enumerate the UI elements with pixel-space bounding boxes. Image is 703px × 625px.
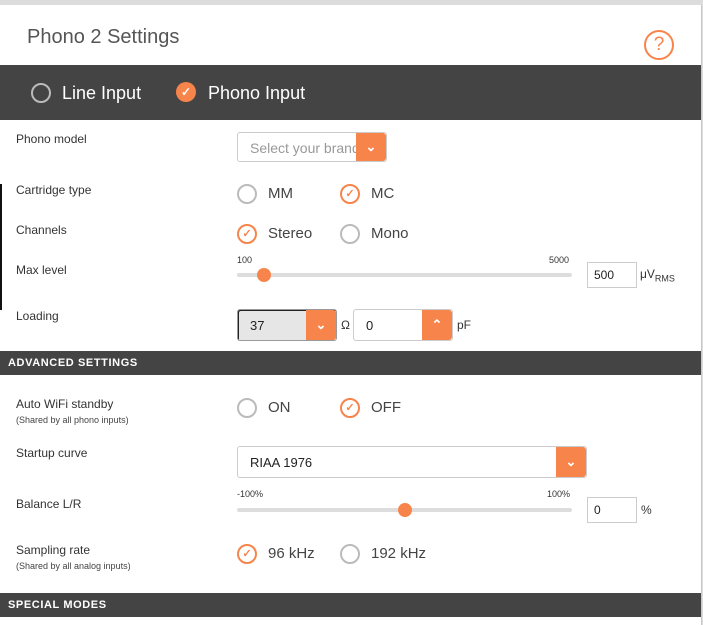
balance-max: 100% xyxy=(547,489,571,499)
rate-96-label[interactable]: 96 kHz xyxy=(268,545,315,562)
line-input-label[interactable]: Line Input xyxy=(62,83,141,104)
mono-radio-icon[interactable] xyxy=(340,224,360,244)
chevron-down-icon[interactable]: ⌄ xyxy=(556,447,586,477)
wifi-on-radio-icon[interactable] xyxy=(237,398,257,418)
rate-192-radio-icon[interactable] xyxy=(340,544,360,564)
balance-label: Balance L/R xyxy=(16,497,82,511)
startup-curve-select[interactable]: RIAA 1976 ⌄ xyxy=(237,446,587,478)
page-title: Phono 2 Settings xyxy=(27,26,180,48)
auto-wifi-label: Auto WiFi standby xyxy=(16,397,114,411)
stereo-label[interactable]: Stereo xyxy=(268,225,312,242)
max-level-value: 500 xyxy=(594,268,615,282)
help-icon[interactable]: ? xyxy=(644,30,674,60)
rate-96-check-icon[interactable]: ✓ xyxy=(237,544,257,564)
mm-radio-icon[interactable] xyxy=(237,184,257,204)
max-level-slider-thumb[interactable] xyxy=(257,268,272,282)
cartridge-type-label: Cartridge type xyxy=(16,183,92,197)
chevron-up-icon[interactable]: ⌃ xyxy=(422,310,452,340)
mm-label[interactable]: MM xyxy=(268,185,293,202)
chevron-down-icon[interactable]: ⌄ xyxy=(306,310,336,340)
line-input-radio-icon[interactable] xyxy=(31,83,51,103)
max-level-max: 5000 xyxy=(549,255,570,265)
rate-192-label[interactable]: 192 kHz xyxy=(371,545,426,562)
auto-wifi-note: (Shared by all phono inputs) xyxy=(16,415,129,425)
unit-main: μV xyxy=(640,267,655,281)
max-level-min: 100 xyxy=(237,255,253,265)
chevron-down-icon[interactable]: ⌄ xyxy=(356,133,386,161)
capacitance-unit: pF xyxy=(457,318,472,332)
startup-curve-value: RIAA 1976 xyxy=(250,455,313,470)
wifi-off-check-icon[interactable]: ✓ xyxy=(340,398,360,418)
phono-model-select[interactable]: Select your brand ⌄ xyxy=(237,132,387,162)
phono-input-check-icon[interactable]: ✓ xyxy=(176,82,196,102)
max-level-input[interactable]: 500 xyxy=(587,262,637,288)
resistance-select[interactable]: 37 ⌄ xyxy=(237,309,337,341)
input-mode-bar: Line Input ✓ Phono Input xyxy=(0,65,701,120)
balance-input[interactable]: 0 xyxy=(587,497,637,523)
phono-model-label: Phono model xyxy=(16,132,87,146)
phono-input-label[interactable]: Phono Input xyxy=(208,83,305,104)
sampling-rate-note: (Shared by all analog inputs) xyxy=(16,561,131,571)
loading-label: Loading xyxy=(16,309,59,323)
stereo-check-icon[interactable]: ✓ xyxy=(237,224,257,244)
balance-unit: % xyxy=(641,503,652,517)
capacitance-value: 0 xyxy=(366,318,374,333)
capacitance-select[interactable]: 0 ⌃ xyxy=(353,309,453,341)
sampling-rate-label: Sampling rate xyxy=(16,543,91,557)
special-modes-header: SPECIAL MODES xyxy=(0,593,701,617)
advanced-settings-header: ADVANCED SETTINGS xyxy=(0,351,701,375)
resistance-value: 37 xyxy=(250,318,265,333)
mc-label[interactable]: MC xyxy=(371,185,394,202)
max-level-label: Max level xyxy=(16,263,67,277)
mc-check-icon[interactable]: ✓ xyxy=(340,184,360,204)
unit-sub: RMS xyxy=(654,273,675,284)
startup-curve-label: Startup curve xyxy=(16,446,88,460)
settings-panel: Phono 2 Settings ? Line Input ✓ Phono In… xyxy=(0,5,702,625)
max-level-slider-track[interactable] xyxy=(237,273,572,277)
wifi-off-label[interactable]: OFF xyxy=(371,399,401,416)
mono-label[interactable]: Mono xyxy=(371,225,409,242)
wifi-on-label[interactable]: ON xyxy=(268,399,291,416)
balance-slider-thumb[interactable] xyxy=(397,503,412,517)
balance-min: -100% xyxy=(237,489,264,499)
balance-value: 0 xyxy=(594,503,601,517)
channels-label: Channels xyxy=(16,223,67,237)
resistance-unit: Ω xyxy=(341,318,350,332)
special-modes-title: SPECIAL MODES xyxy=(8,599,107,611)
focus-indicator xyxy=(0,184,2,310)
phono-model-placeholder: Select your brand xyxy=(250,140,358,156)
advanced-settings-title: ADVANCED SETTINGS xyxy=(8,357,138,369)
max-level-unit: μVRMS xyxy=(640,267,675,283)
